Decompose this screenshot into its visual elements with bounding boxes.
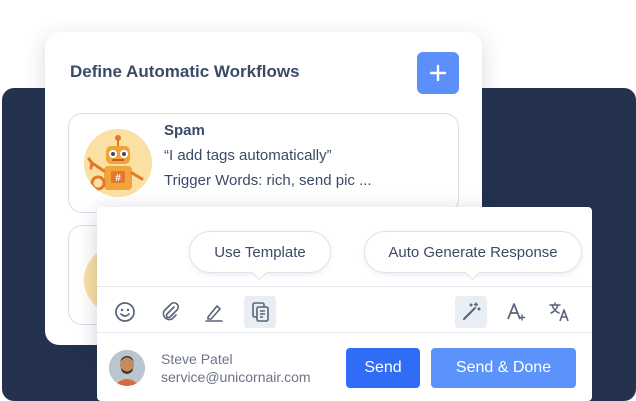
font-icon [507,303,526,321]
composer-toolbar [97,286,592,333]
workflows-title: Define Automatic Workflows [70,62,300,81]
font-button[interactable] [499,296,531,328]
reply-composer: Use Template Auto Generate Response Stev… [97,207,592,401]
workflow-trigger-words: Trigger Words: rich, send pic ... [164,172,372,189]
attachment-button[interactable] [154,296,186,328]
workflow-item-spam[interactable]: # Spam “I add tags automatically” Trigge… [68,113,459,213]
magic-wand-button[interactable] [455,296,487,328]
agent-name: Steve Patel [161,351,233,367]
signature-button[interactable] [198,296,230,328]
signature-icon [205,305,223,322]
use-template-button[interactable]: Use Template [189,231,331,273]
svg-text:#: # [115,173,121,184]
agent-avatar [109,350,145,386]
translate-icon [549,302,569,322]
attachment-icon [162,301,180,321]
agent-email: service@unicornair.com [161,369,311,385]
emoji-icon [115,302,135,322]
send-button[interactable]: Send [346,348,420,388]
magic-wand-icon [463,302,481,320]
workflow-description: “I add tags automatically” [164,147,332,164]
template-icon [252,302,269,322]
send-and-done-button[interactable]: Send & Done [431,348,576,388]
agent-photo-icon [109,350,145,386]
template-tool-button[interactable] [244,296,276,328]
translate-button[interactable] [544,296,576,328]
plus-icon [429,64,447,82]
add-workflow-button[interactable] [417,52,459,94]
emoji-button[interactable] [109,296,141,328]
workflow-name: Spam [164,122,205,139]
robot-avatar: # [84,129,152,197]
auto-generate-response-button[interactable]: Auto Generate Response [364,231,582,273]
robot-icon: # [84,129,152,197]
